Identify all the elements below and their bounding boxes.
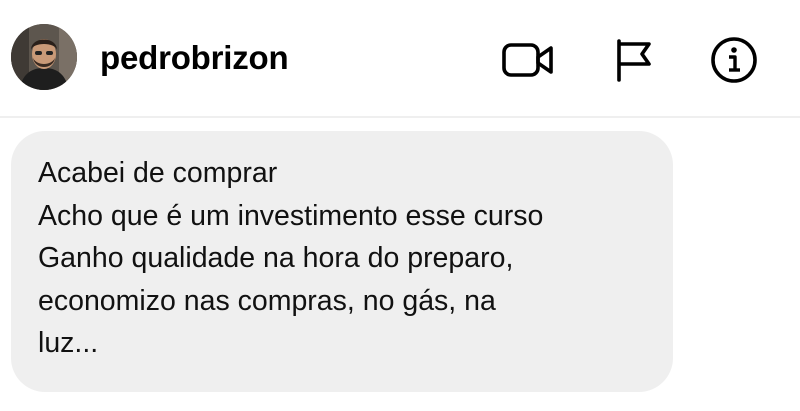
- chat-username[interactable]: pedrobrizon: [100, 38, 289, 78]
- message-text: Acabei de comprar Acho que é um investim…: [38, 152, 658, 365]
- video-camera-icon: [502, 43, 553, 77]
- avatar-photo: [11, 24, 77, 90]
- message-line: Ganho qualidade na hora do preparo,: [38, 242, 514, 274]
- chat-header: pedrobrizon: [0, 0, 800, 116]
- video-call-button[interactable]: [500, 36, 556, 84]
- info-button[interactable]: [706, 36, 762, 84]
- flag-icon: [617, 39, 651, 82]
- message-bubble[interactable]: Acabei de comprar Acho que é um investim…: [11, 131, 673, 392]
- avatar[interactable]: [11, 24, 77, 90]
- header-divider: [0, 116, 800, 118]
- message-line: luz...: [38, 327, 99, 359]
- report-button[interactable]: [605, 36, 661, 84]
- message-line: economizo nas compras, no gás, na: [38, 284, 496, 317]
- message-line: Acabei de comprar: [38, 157, 278, 189]
- message-line: Acho que é um investimento esse curso: [38, 199, 544, 232]
- info-icon: [711, 37, 757, 83]
